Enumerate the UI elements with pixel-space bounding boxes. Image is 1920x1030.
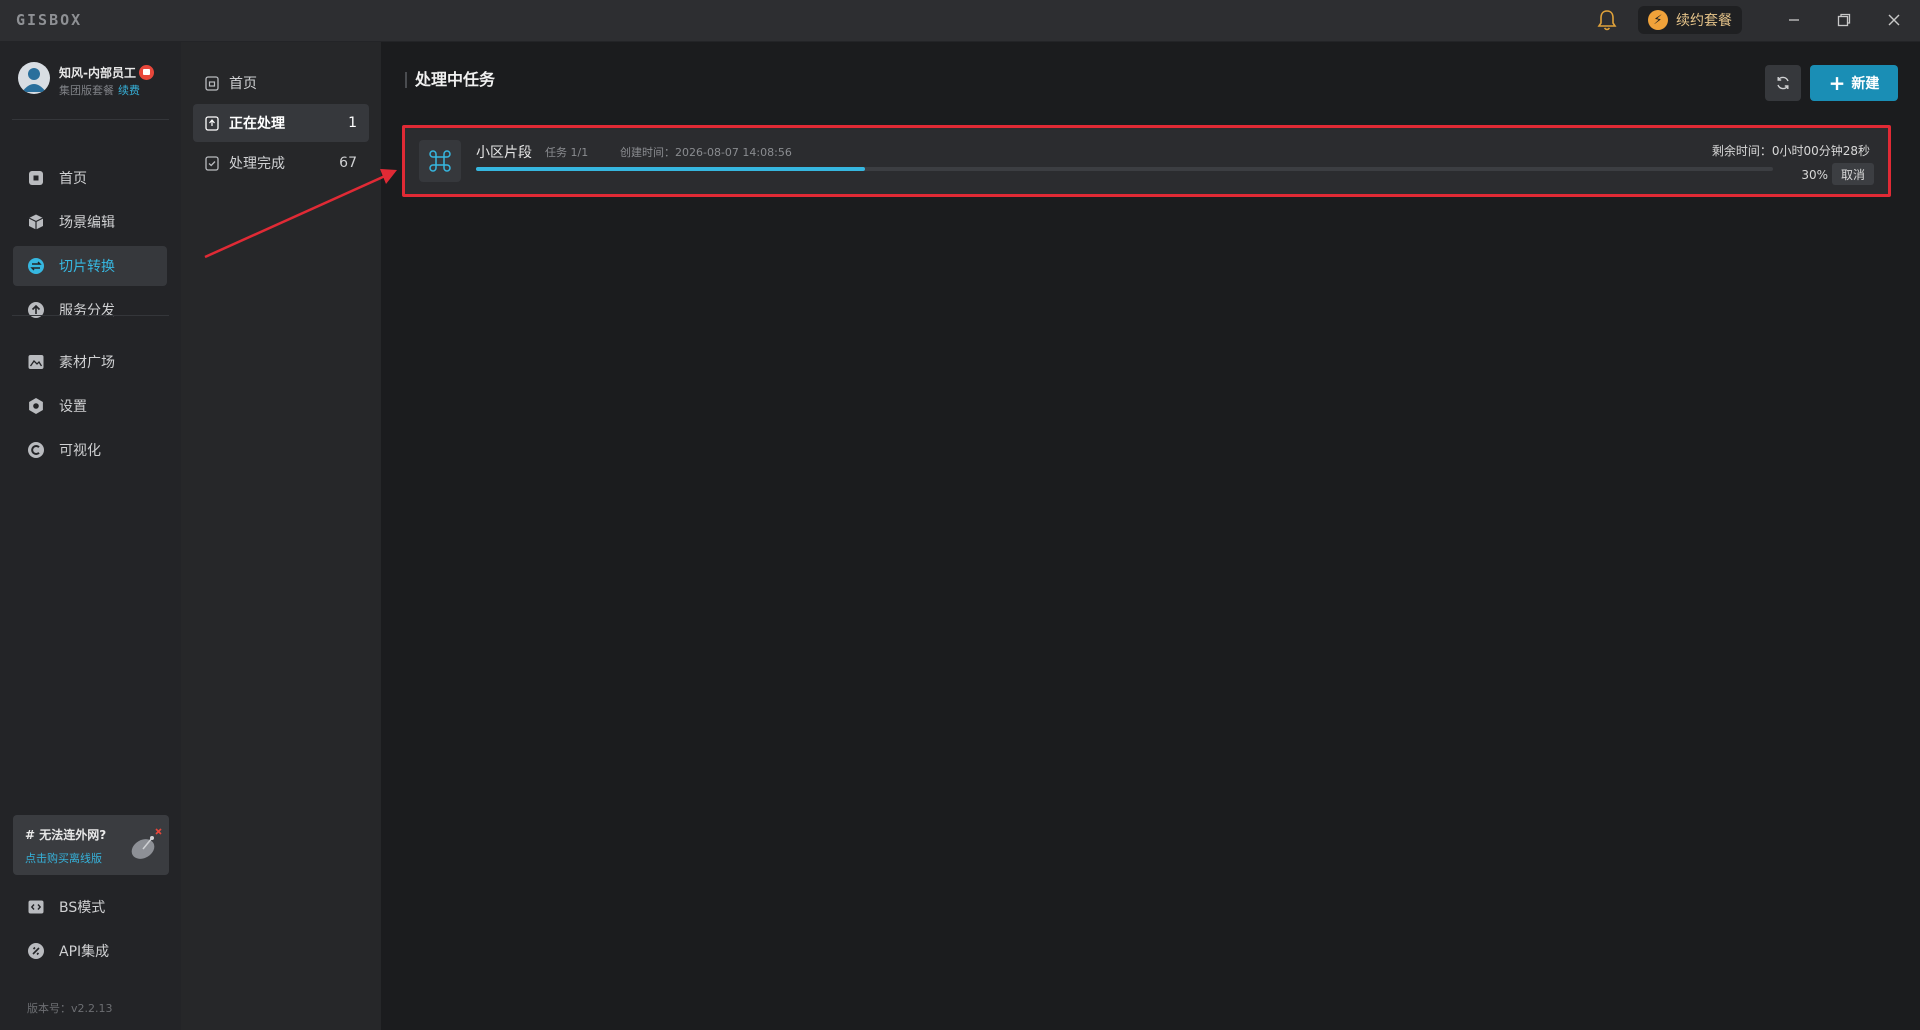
user-plan: 集团版套餐 续费 bbox=[59, 82, 140, 98]
sub-navigation: 首页 正在处理 1 处理完成 67 bbox=[181, 42, 381, 1030]
minimize-icon bbox=[1789, 19, 1799, 21]
sidebar-item-visualization[interactable]: 可视化 bbox=[13, 430, 167, 470]
user-name: 知风-内部员工 bbox=[59, 64, 154, 81]
sidebar-item-settings[interactable]: 设置 bbox=[13, 386, 167, 426]
refresh-button[interactable] bbox=[1765, 65, 1801, 101]
home-icon bbox=[29, 171, 43, 185]
sidebar-item-label: 首页 bbox=[59, 171, 87, 187]
restore-button[interactable] bbox=[1829, 8, 1859, 32]
promo-link[interactable]: 点击购买离线版 bbox=[25, 850, 102, 866]
sidebar-divider bbox=[12, 315, 169, 316]
refresh-icon bbox=[1777, 76, 1789, 90]
sidebar-item-label: 素材广场 bbox=[59, 355, 115, 371]
task-count: 任务 1/1 bbox=[545, 146, 589, 159]
sidebar-item-scene-edit[interactable]: 场景编辑 bbox=[13, 202, 167, 242]
page-title: 处理中任务 bbox=[405, 72, 495, 88]
gear-icon bbox=[29, 398, 43, 414]
plus-icon: + bbox=[1828, 71, 1846, 95]
code-icon bbox=[28, 900, 44, 914]
sidebar-item-label: 场景编辑 bbox=[59, 215, 115, 231]
subnav-item-label: 首页 bbox=[229, 76, 257, 92]
sidebar: 知风-内部员工 集团版套餐续费 首页 场景编辑 切片转换 服务分发 素材广场 bbox=[0, 42, 181, 1030]
cube-icon bbox=[28, 214, 44, 230]
user-name-text: 知风-内部员工 bbox=[59, 66, 136, 80]
task-created-time: 创建时间：2026-08-07 14:08:56 bbox=[620, 146, 792, 159]
new-task-label: 新建 bbox=[1851, 76, 1880, 92]
app-logo: GISBOX bbox=[16, 11, 83, 29]
sidebar-item-home[interactable]: 首页 bbox=[13, 158, 167, 198]
message-badge-icon[interactable] bbox=[138, 65, 154, 80]
restore-icon bbox=[1837, 13, 1851, 27]
renew-plan-button[interactable]: ⚡ 续约套餐 bbox=[1638, 6, 1742, 34]
home-doc-icon bbox=[205, 75, 219, 91]
sidebar-item-asset-market[interactable]: 素材广场 bbox=[13, 342, 167, 382]
version-label: 版本号：v2.2.13 bbox=[27, 1002, 113, 1015]
sidebar-item-tile-convert[interactable]: 切片转换 bbox=[13, 246, 167, 286]
processing-doc-icon bbox=[205, 115, 219, 131]
sidebar-item-label: 切片转换 bbox=[59, 259, 115, 275]
swap-icon bbox=[28, 258, 44, 274]
task-progress-percent: 30% bbox=[1801, 168, 1828, 182]
sidebar-item-label: BS模式 bbox=[59, 900, 106, 916]
bolt-icon: ⚡ bbox=[1648, 10, 1668, 30]
user-plan-text: 集团版套餐 bbox=[59, 84, 114, 97]
subnav-item-processing[interactable]: 正在处理 1 bbox=[193, 104, 369, 142]
subnav-item-label: 处理完成 bbox=[229, 156, 285, 172]
command-icon bbox=[419, 140, 461, 182]
sidebar-item-label: 可视化 bbox=[59, 443, 101, 459]
promo-title: # 无法连外网? bbox=[25, 828, 107, 842]
api-icon bbox=[28, 943, 44, 959]
close-button[interactable] bbox=[1879, 8, 1909, 32]
renew-link[interactable]: 续费 bbox=[118, 84, 140, 97]
task-progress-fill bbox=[476, 167, 866, 171]
subnav-item-home[interactable]: 首页 bbox=[193, 64, 369, 102]
sidebar-item-label: 服务分发 bbox=[59, 303, 115, 319]
c-icon bbox=[28, 442, 44, 458]
satellite-dish-icon bbox=[131, 828, 162, 859]
sidebar-item-label: 设置 bbox=[59, 399, 87, 415]
sidebar-item-bs-mode[interactable]: BS模式 bbox=[13, 887, 167, 927]
sidebar-item-label: API集成 bbox=[59, 944, 110, 960]
task-card: 小区片段 任务 1/1 创建时间：2026-08-07 14:08:56 剩余时… bbox=[402, 125, 1891, 197]
offline-promo-card[interactable]: # 无法连外网? 点击购买离线版 bbox=[13, 815, 169, 875]
completed-doc-icon bbox=[205, 155, 219, 171]
avatar bbox=[18, 62, 50, 94]
image-icon bbox=[28, 355, 44, 369]
new-task-button[interactable]: + 新建 bbox=[1810, 65, 1898, 101]
task-remaining-time: 剩余时间：0小时00分钟28秒 bbox=[1711, 144, 1870, 158]
subnav-item-count: 67 bbox=[339, 155, 357, 171]
bell-icon[interactable] bbox=[1596, 8, 1618, 32]
minimize-button[interactable] bbox=[1779, 8, 1809, 32]
subnav-item-count: 1 bbox=[348, 115, 357, 131]
sidebar-item-service-publish[interactable]: 服务分发 bbox=[13, 290, 167, 330]
task-name: 小区片段 bbox=[476, 145, 532, 161]
task-progress-bar bbox=[476, 167, 1773, 171]
title-bar: GISBOX ⚡ 续约套餐 bbox=[0, 0, 1920, 42]
main-content: 处理中任务 + 新建 小区片段 任务 1/1 创建时间：2026-08-07 1… bbox=[381, 42, 1920, 1030]
sidebar-item-api[interactable]: API集成 bbox=[13, 931, 167, 971]
sidebar-divider bbox=[12, 119, 169, 120]
renew-plan-label: 续约套餐 bbox=[1676, 13, 1732, 29]
close-icon bbox=[1888, 14, 1900, 26]
user-icon bbox=[22, 68, 46, 92]
cancel-task-button[interactable]: 取消 bbox=[1832, 163, 1874, 185]
tile-task-icon bbox=[429, 150, 451, 172]
subnav-item-label: 正在处理 bbox=[229, 116, 285, 132]
subnav-item-completed[interactable]: 处理完成 67 bbox=[193, 144, 369, 182]
upload-icon bbox=[28, 302, 44, 318]
